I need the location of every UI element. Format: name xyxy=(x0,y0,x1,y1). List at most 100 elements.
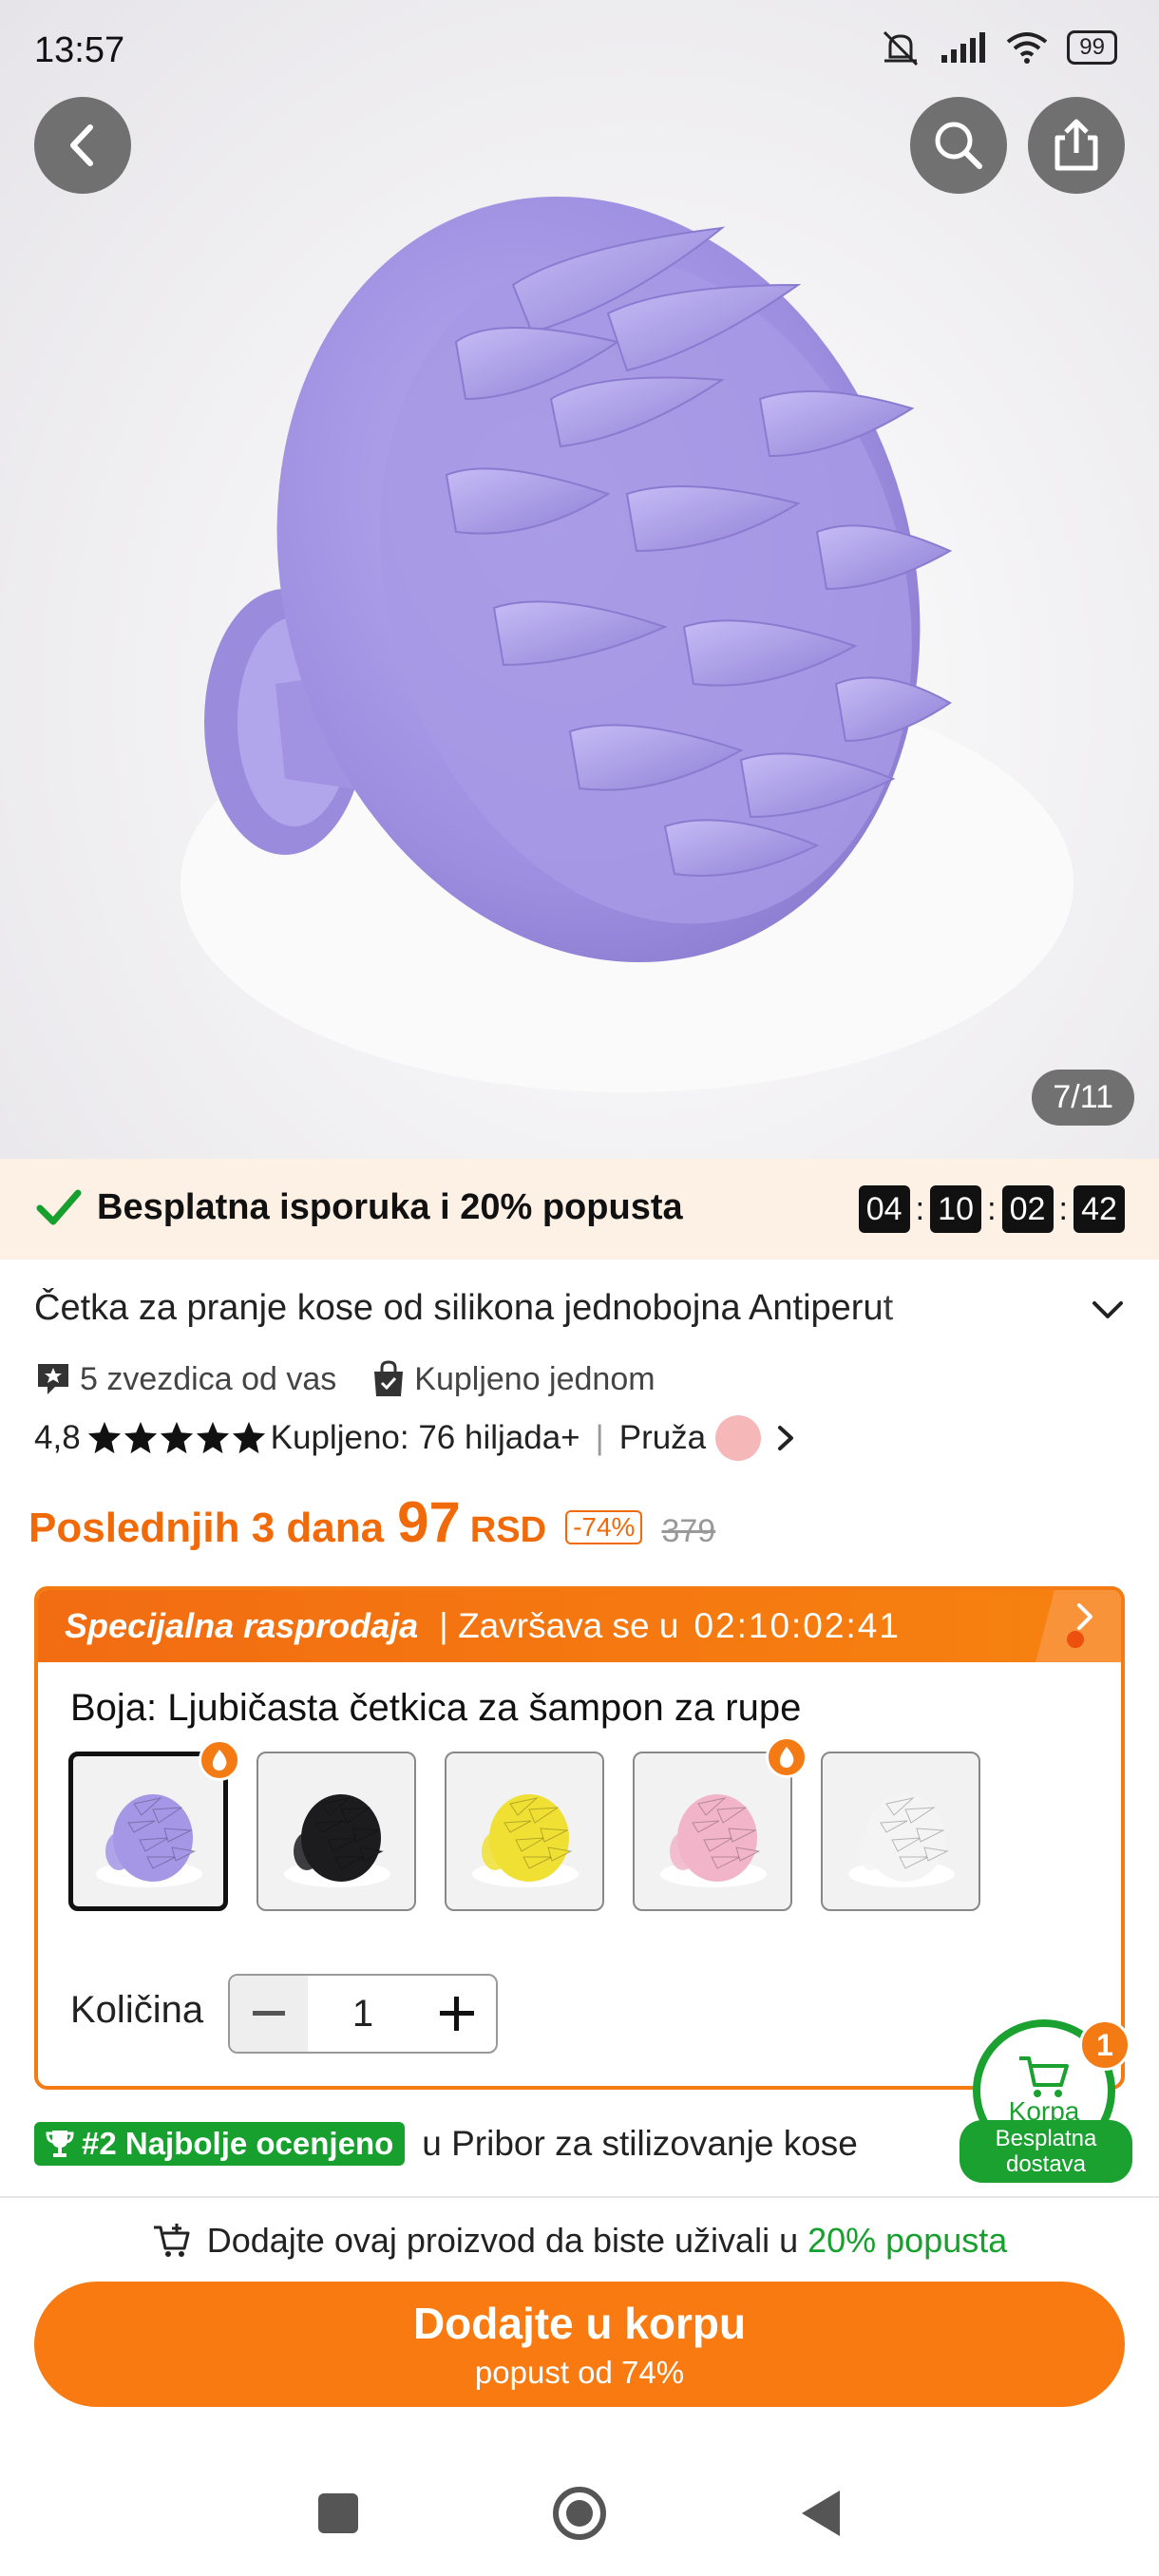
search-button[interactable] xyxy=(910,97,1007,194)
brush-thumbnail xyxy=(472,1794,579,1887)
sale-title: Specijalna rasprodaja xyxy=(65,1606,419,1645)
provider-label: Pruža xyxy=(618,1419,707,1456)
product-title[interactable]: Četka za pranje kose od silikona jednobo… xyxy=(34,1288,984,1329)
product-page: 13:57 99 7/11 Besplatna isporuka i 20% p… xyxy=(0,0,1159,2576)
timer-digit: 04 xyxy=(858,1185,910,1233)
rating-from-you: 5 zvezdica od vas xyxy=(34,1360,336,1398)
color-label: Boja: Ljubičasta četkica za šampon za ru… xyxy=(70,1687,802,1729)
product-image-gallery[interactable]: 13:57 99 7/11 xyxy=(0,0,1159,1159)
star-review-icon xyxy=(38,1364,68,1394)
free-delivery-label: Besplatna dostava xyxy=(960,2120,1132,2183)
sale-countdown: 02:10:02:41 xyxy=(694,1606,901,1645)
quantity-decrease-button[interactable] xyxy=(230,1976,308,2052)
shopping-bag-icon xyxy=(374,1360,404,1396)
sale-ends-label: | Završava se u xyxy=(439,1606,679,1645)
rank-badge: #2 Najbolje ocenjeno xyxy=(34,2122,406,2166)
wifi-icon xyxy=(1007,32,1048,64)
system-nav-bar xyxy=(0,2451,1159,2576)
bought-once: Kupljeno jednom xyxy=(370,1360,656,1398)
chevron-right-icon xyxy=(1036,1590,1121,1662)
minus-icon xyxy=(253,2011,285,2016)
timer-digit: 02 xyxy=(1001,1185,1054,1233)
rating-row[interactable]: 4,8 Kupljeno: 76 hiljada+ | Pruža xyxy=(34,1415,799,1461)
status-time: 13:57 xyxy=(34,30,125,70)
product-meta: 5 zvezdica od vas Kupljeno jednom xyxy=(34,1360,690,1398)
checkmark-icon xyxy=(36,1189,82,1225)
quantity-stepper: 1 xyxy=(228,1974,498,2054)
cart-plus-icon xyxy=(153,2224,190,2257)
hot-icon xyxy=(199,1739,240,1781)
color-swatch[interactable] xyxy=(68,1739,240,1911)
divider xyxy=(0,2196,1159,2198)
seller-logo[interactable] xyxy=(715,1415,762,1461)
back-button[interactable] xyxy=(34,97,131,194)
promo-timer: 04 : 10 : 02 : 42 xyxy=(858,1185,1125,1233)
add-hint-text: Dodajte ovaj proizvod da biste uživali u xyxy=(206,2221,799,2260)
share-icon xyxy=(1054,119,1098,171)
quantity-value[interactable]: 1 xyxy=(308,1993,418,2036)
star-icon xyxy=(87,1421,121,1454)
status-icons: 99 xyxy=(879,28,1117,66)
free-delivery-line1: Besplatna xyxy=(995,2126,1097,2151)
star-icon xyxy=(124,1421,157,1454)
share-button[interactable] xyxy=(1028,97,1125,194)
price-currency: RSD xyxy=(469,1510,547,1550)
quantity-increase-button[interactable] xyxy=(418,1976,496,2052)
home-icon[interactable] xyxy=(551,2485,608,2542)
brush-thumbnail xyxy=(660,1794,767,1887)
rating-from-you-text: 5 zvezdica od vas xyxy=(80,1360,337,1397)
color-swatch[interactable] xyxy=(821,1752,980,1911)
timer-digit: 42 xyxy=(1074,1185,1125,1233)
cart-button[interactable]: Korpa 1 Besplatna dostava xyxy=(960,2019,1132,2183)
cart-icon xyxy=(1019,2056,1069,2097)
promo-strip[interactable]: Besplatna isporuka i 20% popusta 04 : 10… xyxy=(0,1159,1159,1260)
star-icon xyxy=(232,1421,265,1454)
color-swatch[interactable] xyxy=(256,1752,416,1911)
color-swatch[interactable] xyxy=(633,1736,808,1911)
free-delivery-line2: dostava xyxy=(1005,2151,1087,2177)
hot-icon xyxy=(766,1736,808,1778)
purchased-count: Kupljeno: 76 hiljada+ xyxy=(270,1419,580,1456)
add-discount-hint: Dodajte ovaj proizvod da biste uživali u… xyxy=(0,2221,1159,2261)
recent-apps-icon[interactable] xyxy=(315,2491,361,2536)
timer-digit: 10 xyxy=(930,1185,982,1233)
add-to-cart-sublabel: popust od 74% xyxy=(474,2355,685,2390)
ranking-row[interactable]: #2 Najbolje ocenjeno u Pribor za stilizo… xyxy=(34,2122,858,2166)
price-row: Poslednjih 3 dana 97 RSD -74% 379 xyxy=(28,1489,715,1555)
old-price: 379 xyxy=(661,1513,716,1549)
brush-thumbnail xyxy=(848,1794,955,1887)
star-rating xyxy=(86,1420,267,1456)
price-value: 97 xyxy=(397,1490,461,1554)
title-fade xyxy=(874,1282,988,1335)
status-bar: 13:57 99 xyxy=(0,0,1159,95)
signal-icon xyxy=(941,32,986,63)
promo-text: Besplatna isporuka i 20% popusta xyxy=(97,1187,683,1227)
discount-badge: -74% xyxy=(565,1510,643,1544)
plus-icon xyxy=(440,1997,474,2031)
bought-once-text: Kupljeno jednom xyxy=(414,1360,656,1397)
rating-value: 4,8 xyxy=(34,1419,81,1456)
brush-thumbnail xyxy=(284,1794,390,1887)
rank-category: u Pribor za stilizovanje kose xyxy=(422,2124,858,2163)
color-swatch[interactable] xyxy=(445,1752,604,1911)
add-hint-highlight: 20% popusta xyxy=(808,2221,1008,2260)
add-to-cart-label: Dodajte u korpu xyxy=(412,2299,747,2348)
sale-header[interactable]: Specijalna rasprodaja | Završava se u 02… xyxy=(38,1590,1121,1662)
add-to-cart-button[interactable]: Dodajte u korpu popust od 74% xyxy=(34,2282,1125,2407)
chevron-left-icon xyxy=(70,124,93,166)
cart-count-badge: 1 xyxy=(1079,2019,1130,2071)
brush-thumbnail xyxy=(96,1794,202,1887)
image-counter: 7/11 xyxy=(1032,1070,1134,1126)
back-nav-icon[interactable] xyxy=(798,2489,844,2538)
star-icon xyxy=(196,1421,229,1454)
trophy-icon xyxy=(46,2131,74,2157)
search-icon xyxy=(935,122,982,169)
chevron-right-icon xyxy=(778,1426,794,1450)
color-swatches xyxy=(68,1736,980,1911)
chevron-down-icon[interactable] xyxy=(1091,1299,1125,1322)
rank-badge-text: #2 Najbolje ocenjeno xyxy=(82,2126,394,2161)
star-icon xyxy=(160,1421,193,1454)
special-sale-box: Specijalna rasprodaja | Završava se u 02… xyxy=(34,1586,1125,2090)
muted-bell-icon xyxy=(884,30,919,66)
quantity-label: Količina xyxy=(70,1989,204,2031)
